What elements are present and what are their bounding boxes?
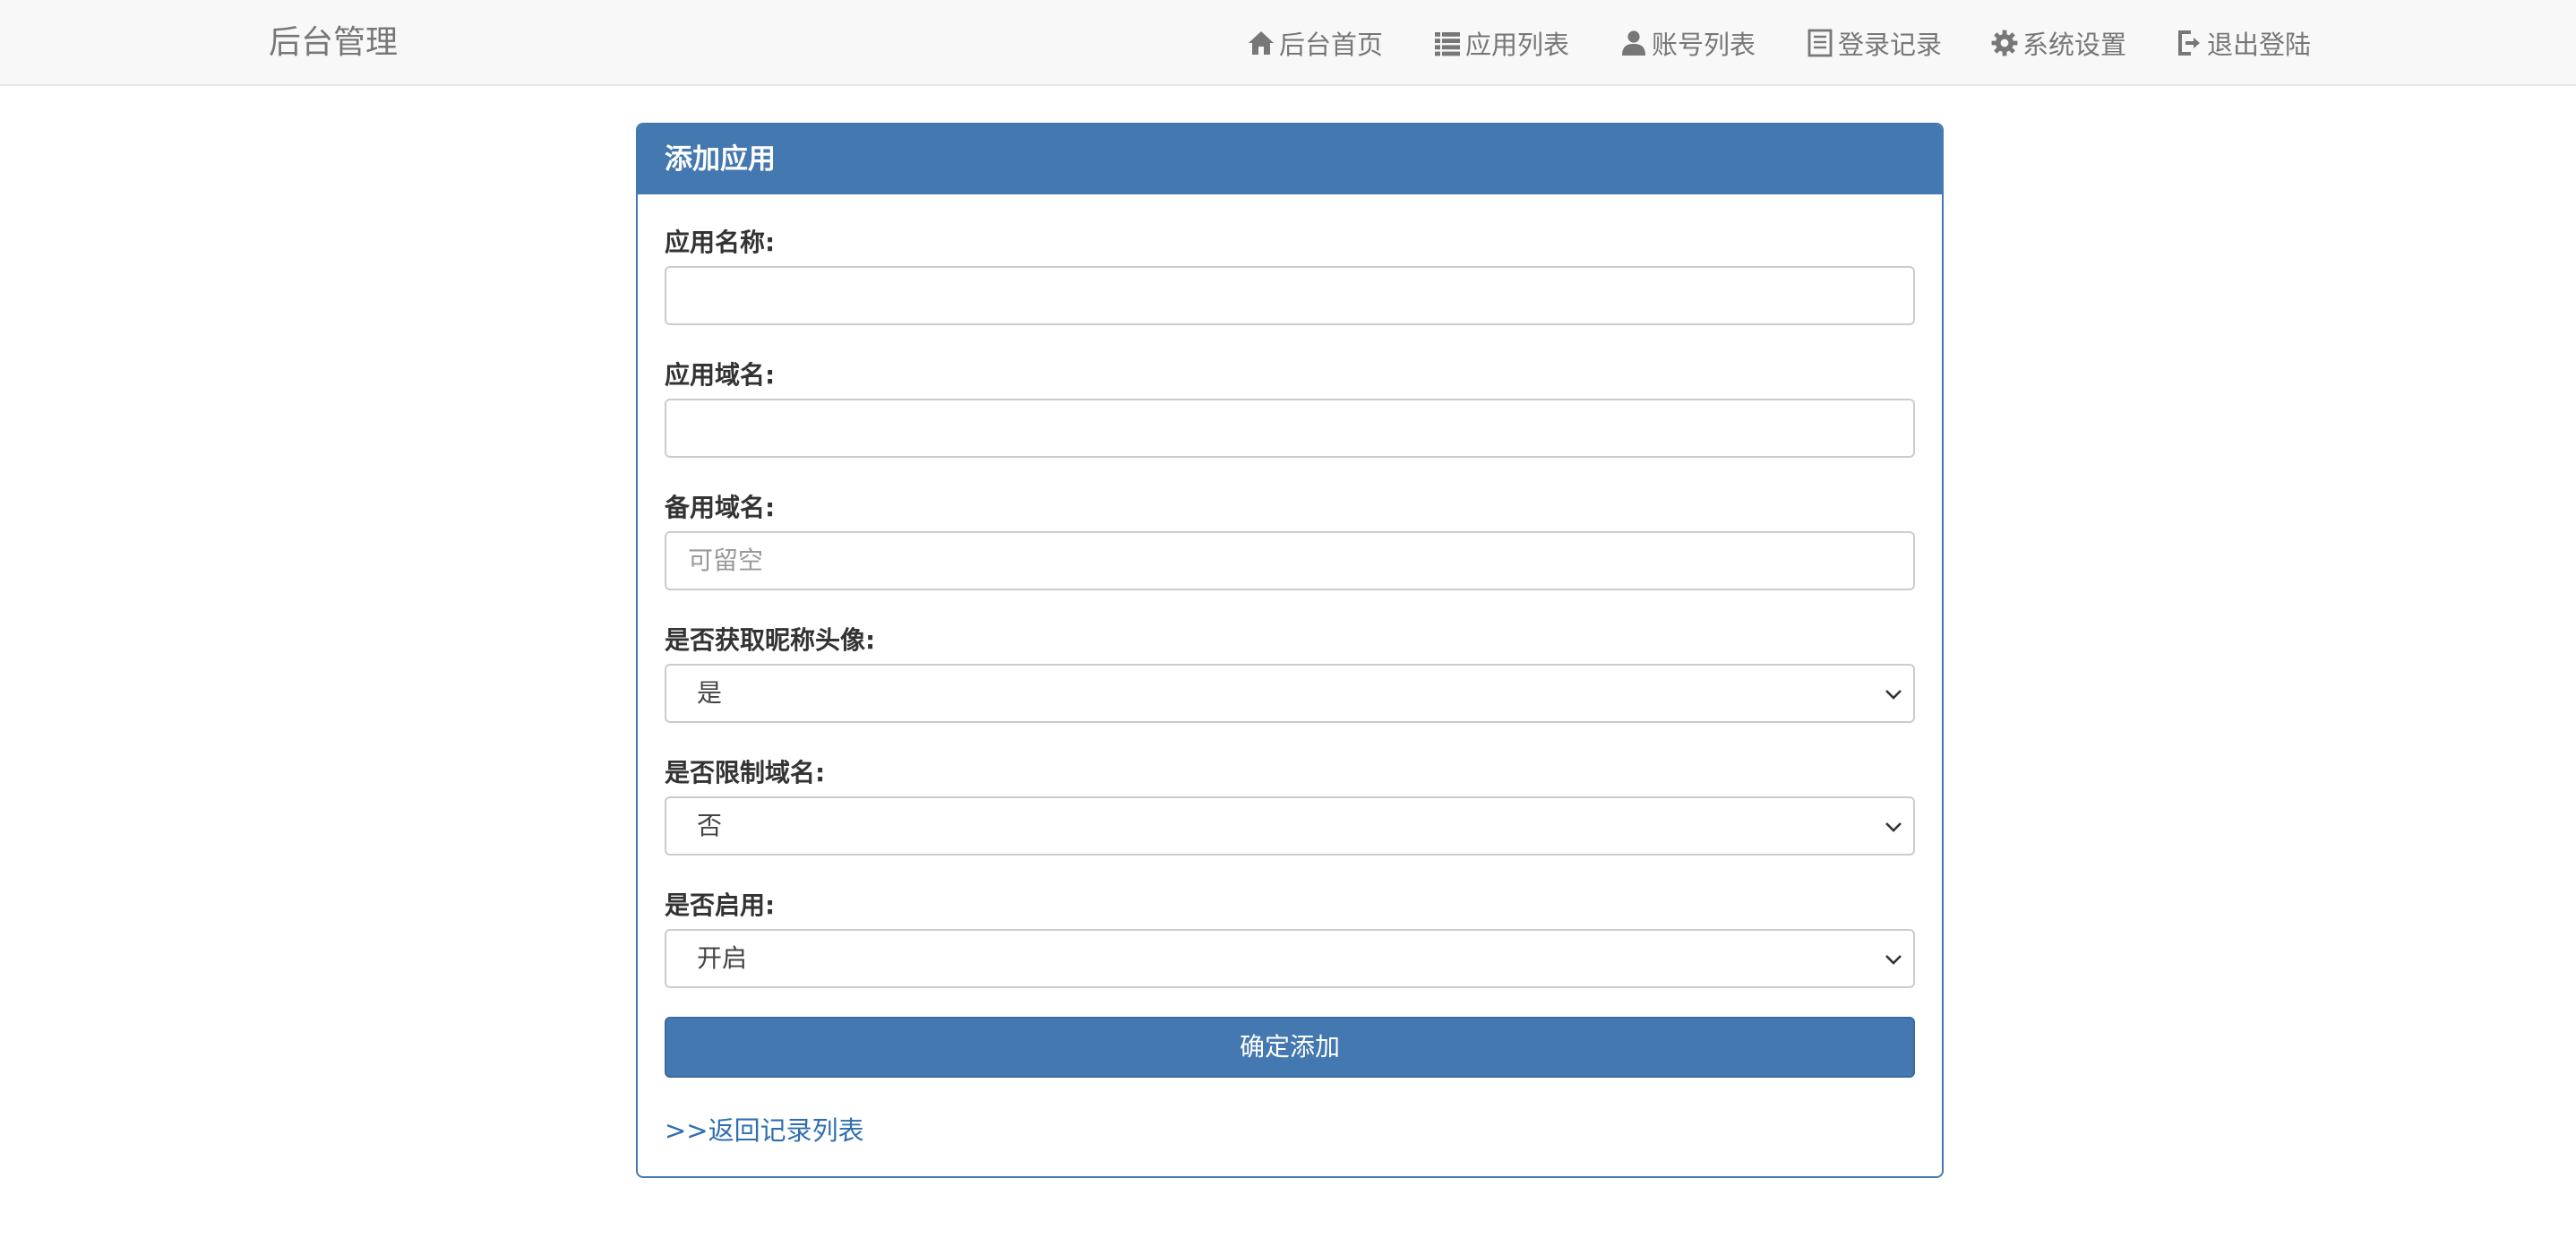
back-to-list-link[interactable]: >>返回记录列表	[665, 1110, 864, 1148]
chevron-down-icon	[1885, 818, 1902, 836]
nav-item-apps-label: 应用列表	[1465, 30, 1570, 60]
enabled-select[interactable]: 开启	[665, 929, 1915, 988]
add-app-panel: 添加应用 应用名称: 应用域名: 备用域名: 可留空 是否获取昵称头像: 是 是…	[636, 123, 1944, 1178]
brand-title[interactable]: 后台管理	[269, 0, 398, 86]
backup-domain-placeholder: 可留空	[688, 546, 764, 575]
nav-item-logout[interactable]: 退出登陆	[2175, 0, 2311, 86]
limit-domain-label: 是否限制域名:	[665, 758, 826, 787]
document-icon	[1806, 29, 1834, 57]
user-icon	[1619, 29, 1648, 57]
list-icon	[1433, 29, 1462, 57]
nav-item-login-records[interactable]: 登录记录	[1806, 0, 1942, 86]
chevron-down-icon	[1885, 950, 1902, 968]
backup-domain-input[interactable]: 可留空	[665, 531, 1915, 590]
nav-item-logout-label: 退出登陆	[2207, 30, 2312, 60]
app-domain-label: 应用域名:	[665, 360, 776, 390]
app-name-input[interactable]	[665, 266, 1915, 325]
enabled-selected: 开启	[697, 943, 748, 973]
backup-domain-label: 备用域名:	[665, 493, 776, 522]
get-avatar-select[interactable]: 是	[665, 664, 1915, 723]
app-name-label: 应用名称:	[665, 228, 776, 257]
limit-domain-select[interactable]: 否	[665, 796, 1915, 856]
nav-item-accounts[interactable]: 账号列表	[1619, 0, 1756, 86]
get-avatar-selected: 是	[697, 678, 723, 708]
nav-item-settings[interactable]: 系统设置	[1990, 0, 2126, 86]
nav-item-accounts-label: 账号列表	[1652, 30, 1756, 60]
nav-item-home-label: 后台首页	[1279, 30, 1384, 60]
nav-item-apps[interactable]: 应用列表	[1433, 0, 1569, 86]
app-domain-input[interactable]	[665, 399, 1915, 458]
panel-title: 添加应用	[638, 125, 1942, 194]
submit-button[interactable]: 确定添加	[665, 1017, 1915, 1078]
enabled-label: 是否启用:	[665, 890, 776, 920]
get-avatar-label: 是否获取昵称头像:	[665, 625, 876, 655]
nav-item-login-records-label: 登录记录	[1838, 30, 1943, 60]
nav-item-home[interactable]: 后台首页	[1247, 0, 1383, 86]
limit-domain-selected: 否	[697, 811, 723, 840]
top-navbar: 后台管理 后台首页 应用列表 账号列表 登录记录 系统设置 退出登陆	[0, 0, 2576, 86]
logout-icon	[2175, 29, 2203, 57]
gear-icon	[1990, 29, 2019, 57]
nav-item-settings-label: 系统设置	[2022, 30, 2127, 60]
home-icon	[1247, 29, 1275, 57]
chevron-down-icon	[1885, 685, 1902, 703]
